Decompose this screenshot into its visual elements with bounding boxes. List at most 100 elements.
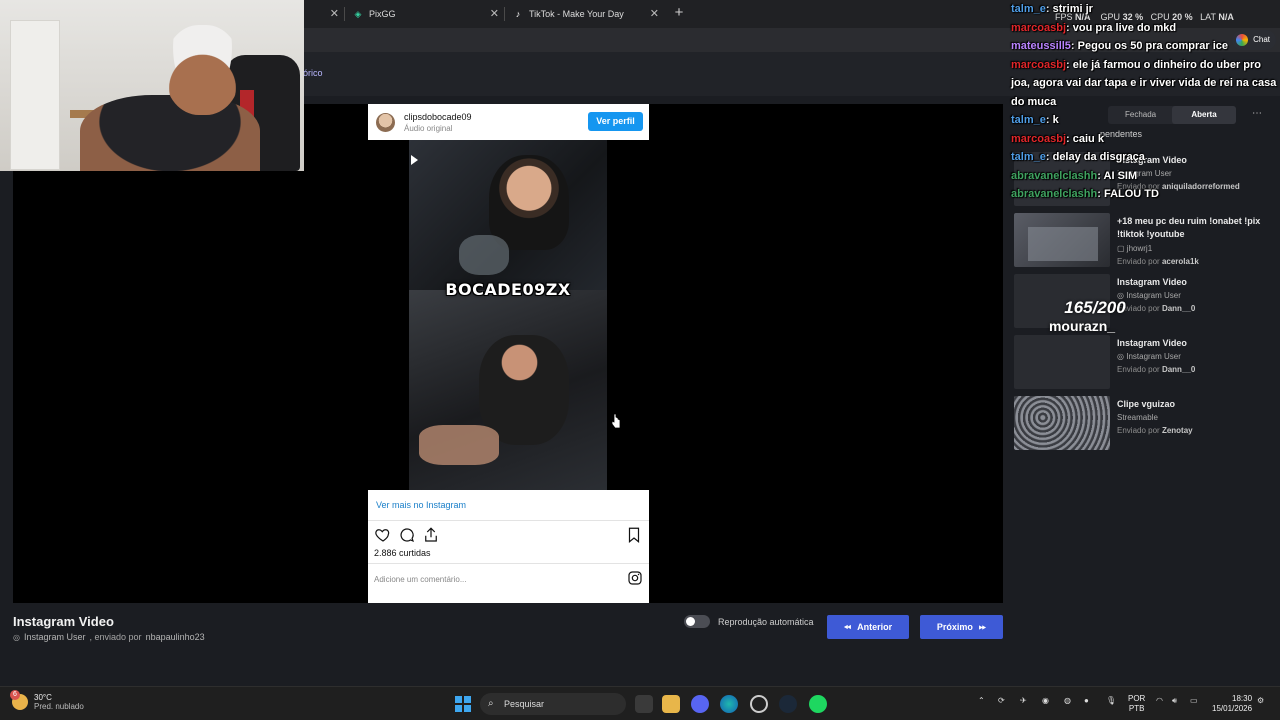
- chat-message: marcoasbj: vou pra live do mkd: [1011, 21, 1177, 34]
- divider: [368, 563, 649, 564]
- task-view-icon[interactable]: [635, 695, 653, 713]
- sent-by-prefix: Enviado por: [1117, 365, 1160, 374]
- tray-app-icon[interactable]: ◍: [1064, 696, 1071, 705]
- bookmark-icon[interactable]: [625, 526, 643, 544]
- tray-app-icon[interactable]: ●: [1084, 696, 1089, 705]
- chat-username[interactable]: marcoasbj: [1011, 59, 1066, 71]
- video-meta: ◎ Instagram User , enviado por nbapaulin…: [13, 632, 205, 642]
- thumbnail-art: [1028, 227, 1098, 261]
- steam-icon[interactable]: [779, 695, 797, 713]
- recorder-icon[interactable]: [750, 695, 768, 713]
- language-indicator[interactable]: POR PTB: [1128, 694, 1145, 714]
- chat-username[interactable]: talm_e: [1011, 3, 1046, 15]
- chat-text: k: [1052, 114, 1059, 126]
- pixgg-favicon-icon: ◈: [354, 9, 362, 19]
- tab-tiktok[interactable]: ♪ TikTok - Make Your Day ✕: [505, 2, 665, 26]
- close-tab-icon[interactable]: ✕: [650, 7, 659, 20]
- chat-text: AI SIM: [1103, 169, 1138, 182]
- fast-forward-icon: ⏩︎: [978, 621, 987, 632]
- chat-message: talm_e: delay da disgraça: [1011, 151, 1145, 163]
- tab-pixgg[interactable]: ◈ PixGG ✕: [345, 2, 505, 26]
- see-more-link[interactable]: Ver mais no Instagram: [376, 500, 466, 510]
- weather-widget[interactable]: 6 30°C Pred. nublado: [10, 690, 84, 711]
- chat-username[interactable]: mateussill5: [1011, 40, 1071, 52]
- chat-username[interactable]: marcoasbj: [1011, 22, 1066, 34]
- queue-item[interactable]: +18 meu pc deu ruim !onabet !pix !tiktok…: [1014, 213, 1270, 269]
- chat-username[interactable]: abravanelclashh: [1011, 170, 1097, 182]
- close-tab-icon[interactable]: ✕: [490, 7, 499, 20]
- queue-item-sender: Enviado por Dann__0: [1117, 365, 1195, 374]
- streamer-head: [165, 25, 240, 115]
- sent-by-user: Zenotay: [1161, 426, 1193, 435]
- autoplay-control[interactable]: Reprodução automática: [684, 615, 814, 628]
- autoplay-label: Reprodução automática: [718, 616, 814, 627]
- share-icon[interactable]: [422, 526, 440, 544]
- sent-by-prefix: Enviado por: [1117, 426, 1160, 435]
- instagram-logo-icon[interactable]: [627, 570, 643, 586]
- queue-item-source: ▢ jhowrj1: [1117, 244, 1152, 253]
- chat-text: FALOU TD: [1103, 188, 1159, 200]
- video-title: Instagram Video: [13, 614, 114, 629]
- queue-item-source-text: jhowrj1: [1126, 244, 1153, 253]
- chevron-up-icon[interactable]: ⌃: [978, 696, 985, 705]
- next-label: Próximo: [936, 622, 973, 632]
- tab-label: TikTok - Make Your Day: [529, 9, 624, 19]
- taskbar: 6 30°C Pred. nublado ⌕ Pesquisar ⌃ ⟳ ✈ ◉…: [0, 686, 1280, 720]
- queue-item-title: +18 meu pc deu ruim !onabet !pix !tiktok…: [1117, 216, 1261, 239]
- battery-icon[interactable]: ▭: [1190, 696, 1198, 705]
- weather-badge: 6: [10, 690, 20, 700]
- thumbnail: [1014, 396, 1110, 450]
- chat-message: talm_e: k: [1011, 114, 1059, 126]
- sync-icon[interactable]: ⟳: [998, 696, 1005, 705]
- chat-username[interactable]: marcoasbj: [1011, 133, 1066, 145]
- weather-icon: 6: [10, 690, 28, 710]
- chat-message: mateussill5: Pegou os 50 pra comprar ice: [1011, 40, 1229, 52]
- pin-icon[interactable]: ✈: [1020, 696, 1027, 705]
- spotify-icon[interactable]: [809, 695, 827, 713]
- view-profile-button[interactable]: Ver perfil: [588, 112, 643, 131]
- video-frame-top: [409, 140, 607, 290]
- avatar[interactable]: [376, 113, 395, 132]
- hand-cursor-icon: [611, 413, 621, 429]
- file-explorer-icon[interactable]: [662, 695, 680, 713]
- divider: [368, 520, 649, 521]
- queue-item-title: Clipe vguizao: [1117, 399, 1176, 409]
- chat-message: marcoasbj: caiu k: [1011, 132, 1104, 145]
- edge-browser-icon[interactable]: [720, 695, 738, 713]
- play-icon: [411, 155, 418, 165]
- notification-icon[interactable]: ⚙: [1257, 696, 1264, 705]
- audio-label: Áudio original: [404, 124, 453, 133]
- tab-partial[interactable]: ✕: [300, 2, 345, 26]
- discord-icon[interactable]: [691, 695, 709, 713]
- volume-icon[interactable]: 🔊︎: [1172, 696, 1177, 706]
- microphone-icon[interactable]: 🎙︎: [1106, 696, 1116, 705]
- history-link[interactable]: órico: [303, 68, 323, 78]
- queue-item[interactable]: Clipe vguizao Streamable Enviado por Zen…: [1014, 396, 1270, 452]
- comment-icon[interactable]: [398, 526, 416, 544]
- sent-by-user: nbapaulinho23: [145, 632, 205, 642]
- chat-username[interactable]: talm_e: [1011, 114, 1046, 126]
- instagram-username[interactable]: clipsdobocade09: [404, 112, 472, 122]
- instagram-embed-header: clipsdobocade09 Áudio original Ver perfi…: [368, 104, 649, 140]
- discord-tray-icon[interactable]: ◉: [1042, 696, 1049, 705]
- goal-count: 165/200: [1064, 298, 1126, 317]
- windows-start-icon[interactable]: [455, 696, 471, 712]
- system-clock[interactable]: 18:30 15/01/2026: [1212, 694, 1252, 714]
- new-tab-button[interactable]: +: [670, 4, 688, 22]
- comment-input[interactable]: Adicione um comentário...: [374, 575, 467, 584]
- close-tab-icon[interactable]: ✕: [330, 7, 339, 20]
- autoplay-toggle[interactable]: [684, 615, 710, 628]
- queue-item-source: ◎ Instagram User: [1117, 352, 1181, 361]
- chat-text: strimi jr: [1052, 3, 1093, 15]
- next-button[interactable]: Próximo ⏩︎: [920, 615, 1003, 639]
- chat-username[interactable]: talm_e: [1011, 151, 1046, 163]
- tab-label: PixGG: [369, 9, 396, 19]
- previous-button[interactable]: ⏪︎ Anterior: [827, 615, 909, 639]
- heart-icon[interactable]: [374, 526, 392, 544]
- chat-username[interactable]: abravanelclashh: [1011, 188, 1097, 200]
- queue-item[interactable]: Instagram Video ◎ Instagram User Enviado…: [1014, 335, 1270, 391]
- instagram-video[interactable]: BOCADE09ZX: [409, 140, 607, 490]
- chat-message: marcoasbj: ele já farmou o dinheiro do u…: [1011, 58, 1277, 108]
- wifi-icon[interactable]: ◠: [1156, 696, 1163, 705]
- taskbar-search[interactable]: ⌕ Pesquisar: [480, 693, 626, 715]
